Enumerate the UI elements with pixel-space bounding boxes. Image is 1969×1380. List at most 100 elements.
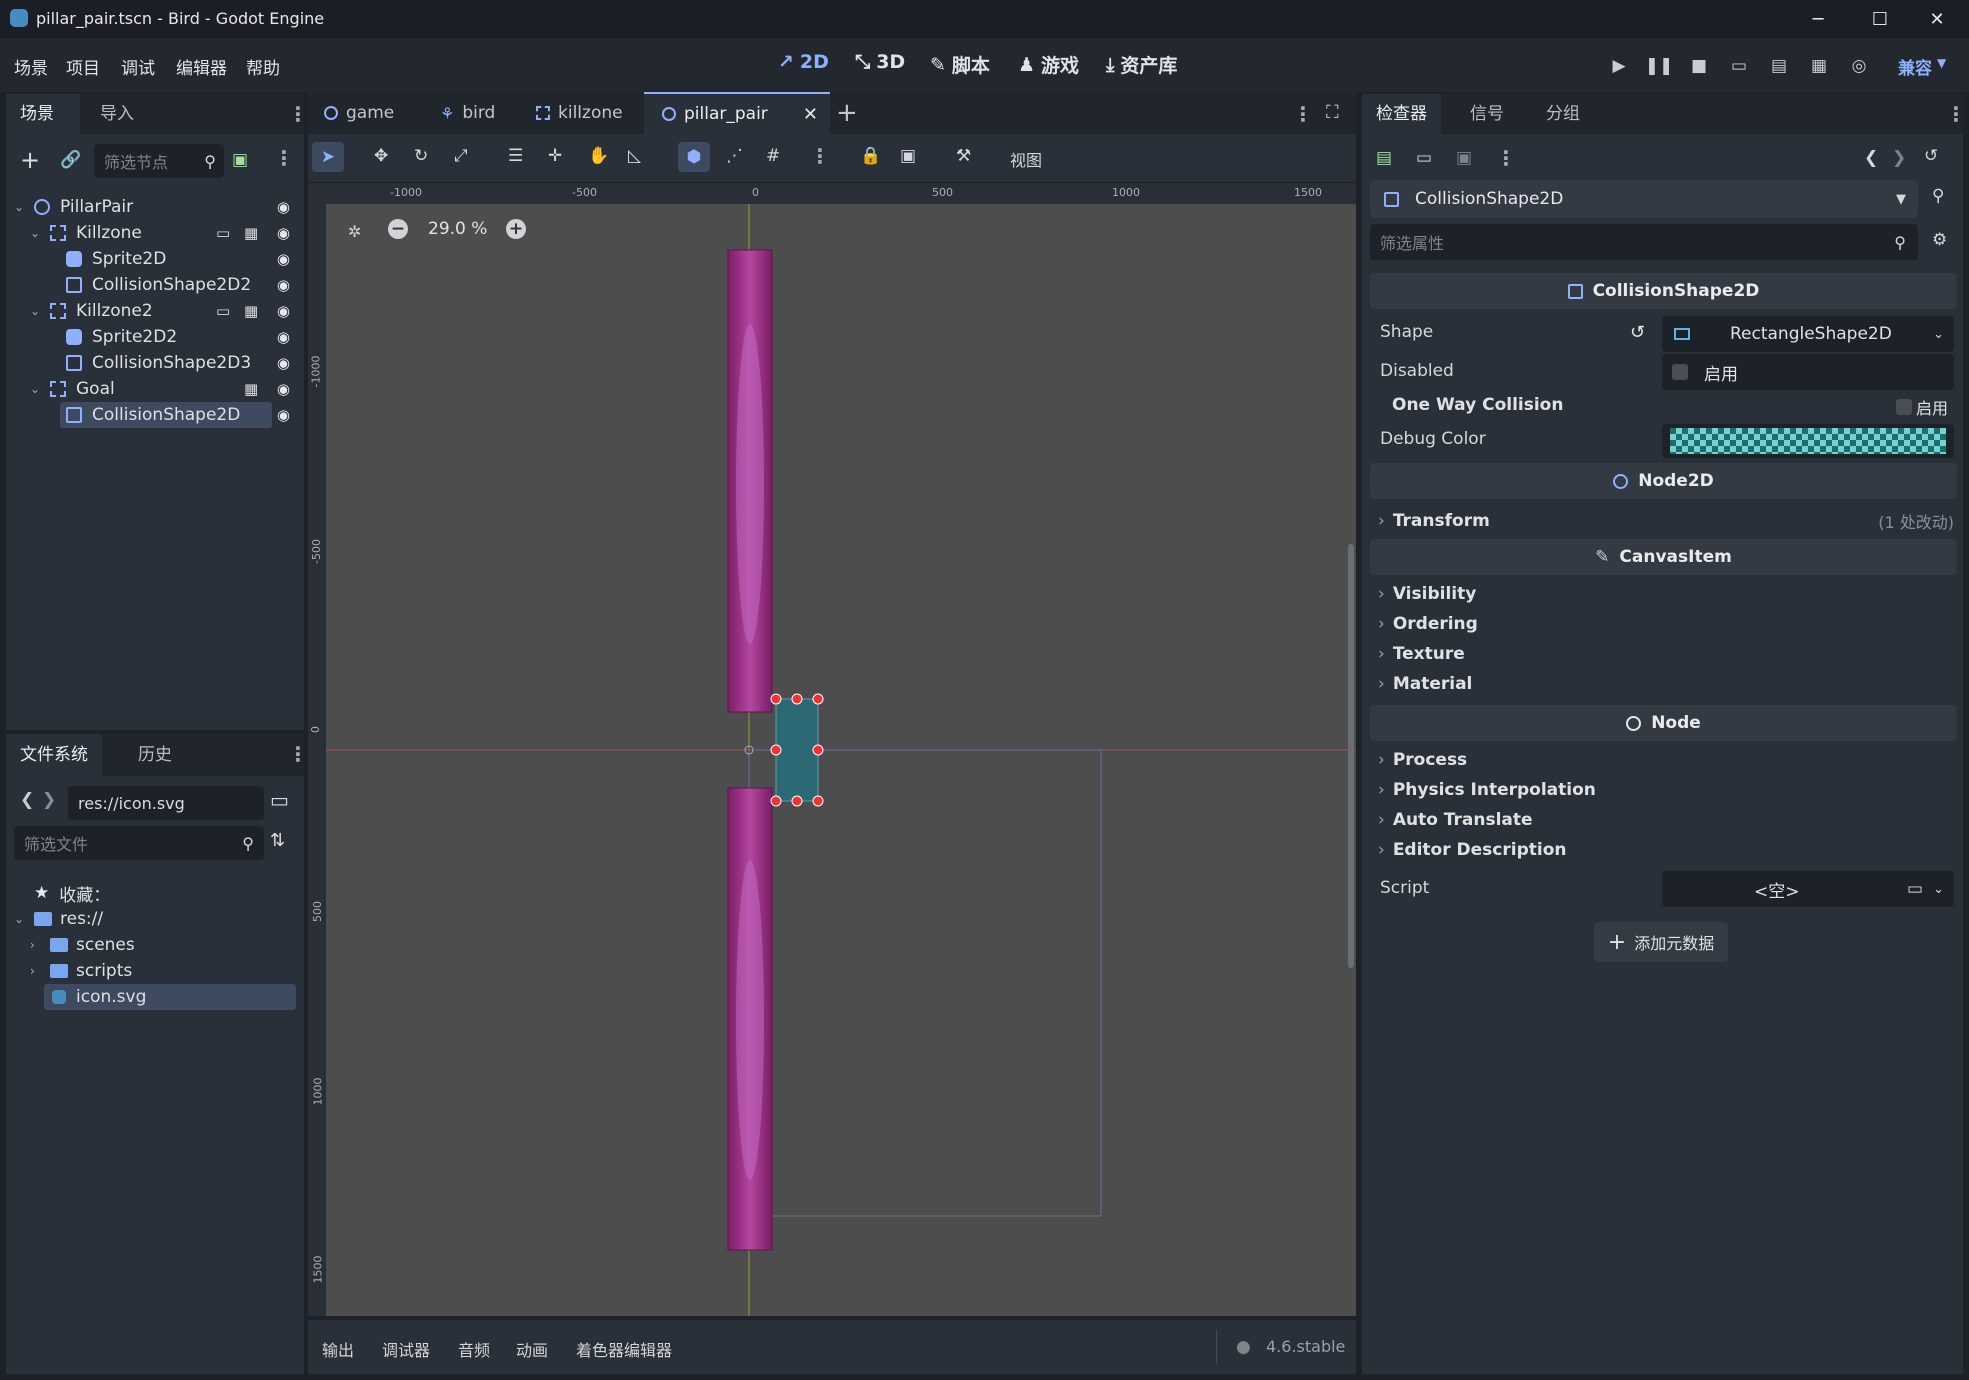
mode-game-button[interactable]: ♟ 游戏 [1018,51,1079,78]
collision-signal-icon[interactable]: ▦ [244,224,258,242]
menu-debug[interactable]: 调试 [121,54,155,79]
section-collisionshape2d[interactable]: CollisionShape2D [1370,273,1957,309]
visibility-eye-icon[interactable]: ◉ [277,250,290,268]
tab-history[interactable]: 历史 [124,734,186,776]
node-docs-icon[interactable]: ⚲ [1932,186,1944,206]
visibility-eye-icon[interactable]: ◉ [277,354,290,372]
ruler-mode-icon[interactable]: ◺ [628,146,641,166]
node-filter-input[interactable]: 筛选节点 ⚲ [94,144,224,178]
group-selected-icon[interactable]: ▣ [900,146,916,166]
stop-icon[interactable]: ■ [1687,54,1711,78]
path-field[interactable]: res://icon.svg [68,786,264,820]
tree-item-collisionshape2d2[interactable]: CollisionShape2D2 ◉ [6,272,304,298]
play-scene-icon[interactable]: ▤ [1767,54,1791,78]
physics-interpolation-group[interactable]: › Physics Interpolation [1378,780,1596,800]
add-node-icon[interactable]: + [20,146,40,174]
distraction-free-icon[interactable]: ⛶ [1326,102,1339,123]
visibility-eye-icon[interactable]: ◉ [277,224,290,242]
material-group[interactable]: › Material [1378,674,1472,694]
tab-filesystem[interactable]: 文件系统 [6,734,102,776]
new-resource-icon[interactable]: ▤ [1376,148,1392,168]
save-icon[interactable]: ▣ [1456,148,1472,168]
snap-options-icon[interactable]: ⋰ [726,146,743,166]
maximize-button[interactable]: ☐ [1851,0,1909,38]
tab-killzone[interactable]: killzone [536,92,623,134]
tab-groups[interactable]: 分组 [1532,94,1594,134]
tab-output[interactable]: 输出 [322,1337,354,1361]
forward-icon[interactable]: ❯ [42,790,56,810]
list-select-icon[interactable]: ☰ [508,146,523,166]
tree-item-pillarpair[interactable]: ⌄ PillarPair ◉ [6,194,304,220]
property-filter-input[interactable]: 筛选属性 ⚲ [1370,224,1918,260]
folder-scenes[interactable]: › scenes [6,932,304,958]
visibility-eye-icon[interactable]: ◉ [277,276,290,294]
instance-scene-icon[interactable]: ▣ [232,150,248,170]
tree-item-killzone[interactable]: ⌄ Killzone ▭ ▦ ◉ [6,220,304,246]
new-tab-icon[interactable]: + [836,98,858,128]
rotate-mode-icon[interactable]: ↻ [414,146,428,166]
select-mode-icon[interactable]: ➤ [312,142,344,172]
file-icon-svg[interactable]: icon.svg [6,984,304,1010]
skeleton-icon[interactable]: ⚒ [956,146,971,166]
one-way-collision-checkbox[interactable]: 启用 [1896,395,1948,419]
process-group[interactable]: › Process [1378,750,1467,770]
tab-pillar-pair[interactable]: pillar_pair ✕ [644,92,830,134]
visibility-group[interactable]: › Visibility [1378,584,1476,604]
menu-editor[interactable]: 编辑器 [176,54,227,79]
dock-menu-icon[interactable]: ⋮ [1946,102,1966,126]
collision-signal-icon[interactable]: ▦ [244,380,258,398]
transform-group[interactable]: › Transform (1 处改动) [1378,509,1954,533]
tree-item-collisionshape2d[interactable]: CollisionShape2D ◉ [6,402,304,428]
favorites-item[interactable]: ★ 收藏： [6,880,304,906]
disabled-checkbox[interactable]: 启用 [1662,354,1954,390]
tab-scene[interactable]: 场景 [6,94,80,134]
menu-scene[interactable]: 场景 [14,54,48,79]
link-icon[interactable]: 🔗 [60,150,81,170]
section-canvasitem[interactable]: ✎ CanvasItem [1370,539,1957,575]
zoom-level[interactable]: 29.0 % [428,219,487,239]
group-icon[interactable]: ▭ [216,302,230,320]
center-view-icon[interactable]: ✲ [348,222,361,241]
lock-icon[interactable]: 🔒 [860,146,881,166]
pivot-mode-icon[interactable]: ✛ [548,146,562,166]
snap-menu-icon[interactable]: ⋮ [810,144,830,168]
visibility-eye-icon[interactable]: ◉ [277,328,290,346]
tab-inspector[interactable]: 检查器 [1362,94,1441,134]
view-menu[interactable]: 视图 [1010,147,1042,171]
tab-shader-editor[interactable]: 着色器编辑器 [576,1337,672,1361]
update-spinner-icon[interactable]: ● [1236,1337,1251,1357]
shape-resource-picker[interactable]: RectangleShape2D ⌄ [1662,316,1954,352]
tab-signals[interactable]: 信号 [1456,94,1518,134]
tree-item-sprite2d[interactable]: Sprite2D ◉ [6,246,304,272]
mode-script-button[interactable]: ✎ 脚本 [930,51,990,78]
scene-tree-menu-icon[interactable]: ⋮ [274,146,294,170]
visibility-eye-icon[interactable]: ◉ [277,198,290,216]
debug-color-picker[interactable] [1662,424,1954,458]
smart-snap-icon[interactable]: ⬢ [678,142,710,172]
scale-mode-icon[interactable]: ⤢ [454,146,468,166]
script-picker[interactable]: <空> ▭ ⌄ [1662,871,1954,907]
collision-signal-icon[interactable]: ▦ [244,302,258,320]
zoom-out-icon[interactable]: − [388,219,408,239]
visibility-eye-icon[interactable]: ◉ [277,406,290,424]
movie-maker-icon[interactable]: ◎ [1847,54,1871,78]
resource-menu-icon[interactable]: ⋮ [1496,146,1516,170]
renderer-select[interactable]: 兼容 [1898,54,1932,79]
version-label[interactable]: 4.6.stable [1266,1337,1345,1356]
tree-item-goal[interactable]: ⌄ Goal ▦ ◉ [6,376,304,402]
minimize-button[interactable]: ─ [1789,0,1847,38]
group-icon[interactable]: ▭ [216,224,230,242]
tab-audio[interactable]: 音频 [458,1337,490,1361]
sort-icon[interactable]: ⇅ [270,830,285,851]
tab-bird[interactable]: ⚘ bird [440,92,495,134]
visibility-eye-icon[interactable]: ◉ [277,302,290,320]
auto-translate-group[interactable]: › Auto Translate [1378,810,1533,830]
split-view-icon[interactable]: ▭ [270,788,289,812]
tabs-menu-icon[interactable]: ⋮ [1293,102,1313,126]
tab-debugger[interactable]: 调试器 [382,1337,430,1361]
load-script-icon[interactable]: ▭ [1907,879,1923,899]
tree-item-killzone2[interactable]: ⌄ Killzone2 ▭ ▦ ◉ [6,298,304,324]
tree-item-sprite2d2[interactable]: Sprite2D2 ◉ [6,324,304,350]
history-forward-icon[interactable]: ❯ [1892,148,1906,168]
file-filter-input[interactable]: 筛选文件 ⚲ [14,826,264,860]
